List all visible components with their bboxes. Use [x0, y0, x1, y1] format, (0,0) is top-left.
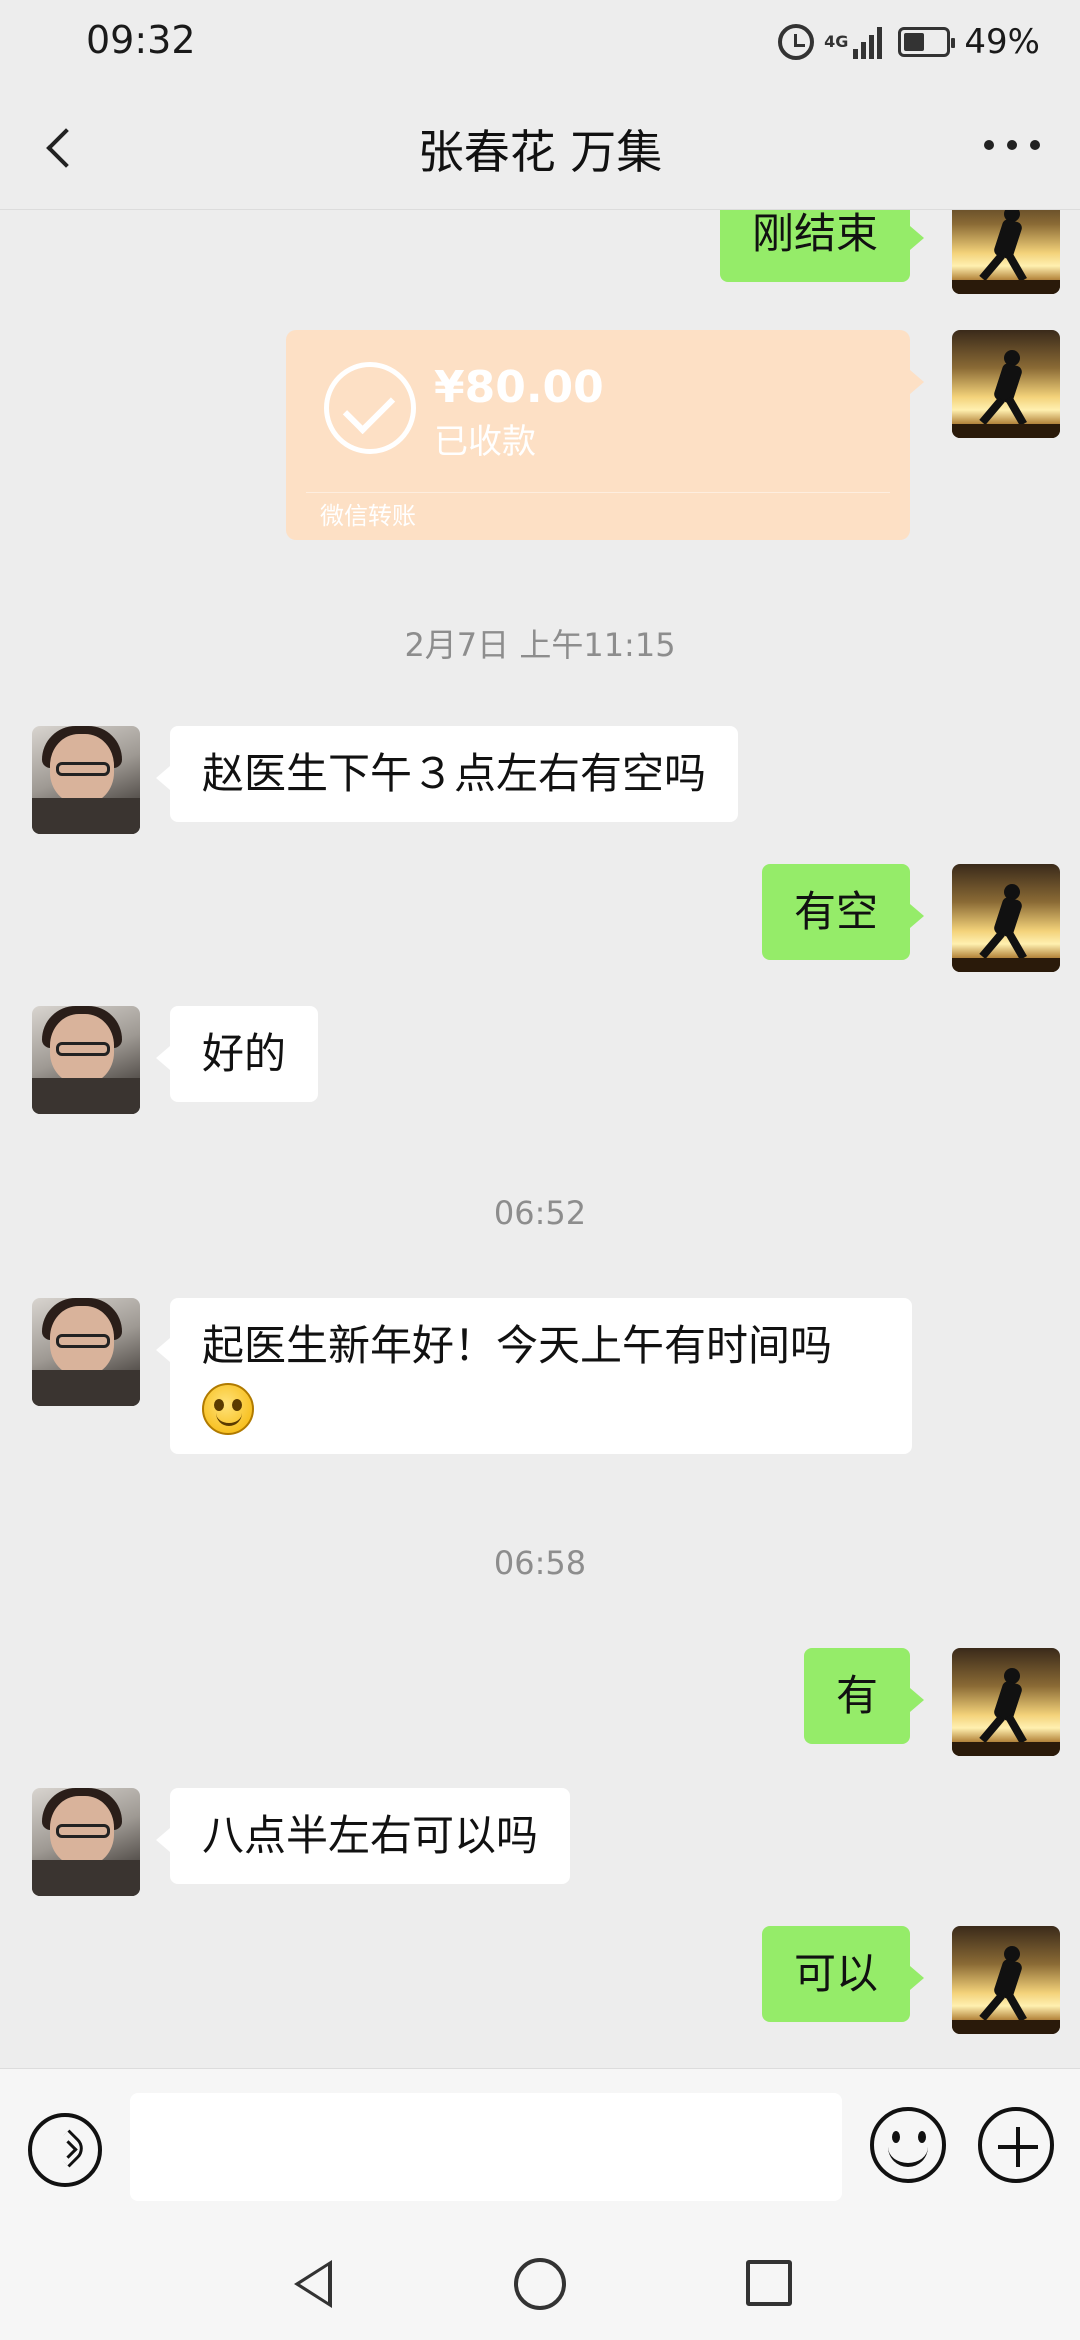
message-input[interactable]	[130, 2093, 842, 2201]
message-bubble-sent[interactable]: 有	[803, 1648, 925, 1744]
voice-icon[interactable]	[28, 2113, 102, 2187]
message-list[interactable]: 刚结束 ¥80.00 已收款 微信转账 2月7日 上午11:15 赵医生下午３点…	[0, 210, 1080, 2068]
message-bubble-received[interactable]: 好的	[155, 1006, 319, 1102]
timestamp: 06:52	[493, 1194, 587, 1232]
chat-screen: 09:32 4G 49% 张春花 万集 刚结束 ¥80.00 已收款 微信转账 …	[0, 0, 1080, 2340]
avatar-contact[interactable]	[32, 726, 140, 834]
avatar-contact[interactable]	[32, 1006, 140, 1114]
message-text: 刚结束	[751, 210, 878, 258]
timestamp: 2月7日 上午11:15	[404, 626, 676, 664]
message-bubble-received[interactable]: 赵医生下午３点左右有空吗	[155, 726, 739, 822]
message-text: 起医生新年好！今天上午有时间吗	[202, 1321, 833, 1370]
message-text: 好的	[202, 1029, 287, 1078]
nav-back-icon[interactable]	[288, 2258, 334, 2310]
transfer-label: 微信转账	[320, 502, 416, 530]
avatar-me[interactable]	[952, 210, 1060, 294]
status-indicators: 4G 49%	[778, 16, 1040, 68]
message-text: 有	[835, 1671, 878, 1720]
chat-header: 张春花 万集	[0, 84, 1080, 210]
message-bubble-sent[interactable]: 刚结束	[719, 210, 925, 282]
message-bubble-sent[interactable]: 可以	[761, 1926, 925, 2022]
transfer-status: 已收款	[434, 422, 536, 462]
message-text: 有空	[793, 887, 878, 936]
avatar-contact[interactable]	[32, 1298, 140, 1406]
transfer-divider	[306, 492, 890, 493]
alarm-icon	[778, 24, 815, 60]
battery-icon	[898, 27, 956, 57]
smile-emoji-icon	[202, 1382, 254, 1435]
more-dots-icon[interactable]	[984, 140, 1040, 156]
message-text: 赵医生下午３点左右有空吗	[202, 749, 707, 798]
avatar-me[interactable]	[952, 330, 1060, 438]
network-type: 4G	[824, 32, 849, 51]
input-bar	[0, 2068, 1080, 2230]
status-bar: 09:32 4G 49%	[0, 0, 1080, 84]
message-text: 八点半左右可以吗	[202, 1811, 539, 1860]
check-circle-icon	[324, 362, 416, 454]
status-time: 09:32	[86, 18, 196, 62]
avatar-me[interactable]	[952, 864, 1060, 972]
chat-title: 张春花 万集	[417, 125, 663, 179]
message-text: 可以	[793, 1949, 878, 1998]
timestamp: 06:58	[493, 1544, 587, 1582]
battery-percent: 49%	[964, 22, 1040, 62]
message-bubble-received[interactable]: 起医生新年好！今天上午有时间吗	[156, 1298, 912, 1454]
avatar-me[interactable]	[952, 1648, 1060, 1756]
system-navigation-bar	[0, 2230, 1080, 2340]
transfer-amount: ¥80.00	[434, 362, 604, 413]
emoji-icon[interactable]	[870, 2107, 946, 2183]
avatar-me[interactable]	[952, 1926, 1060, 2034]
plus-icon[interactable]	[978, 2107, 1054, 2183]
nav-recent-apps-icon[interactable]	[746, 2260, 792, 2306]
message-bubble-sent[interactable]: 有空	[761, 864, 925, 960]
nav-home-icon[interactable]	[514, 2258, 566, 2310]
signal-icon	[850, 25, 883, 59]
avatar-contact[interactable]	[32, 1788, 140, 1896]
transfer-card[interactable]: ¥80.00 已收款 微信转账	[286, 330, 924, 540]
message-bubble-received[interactable]: 八点半左右可以吗	[155, 1788, 571, 1884]
